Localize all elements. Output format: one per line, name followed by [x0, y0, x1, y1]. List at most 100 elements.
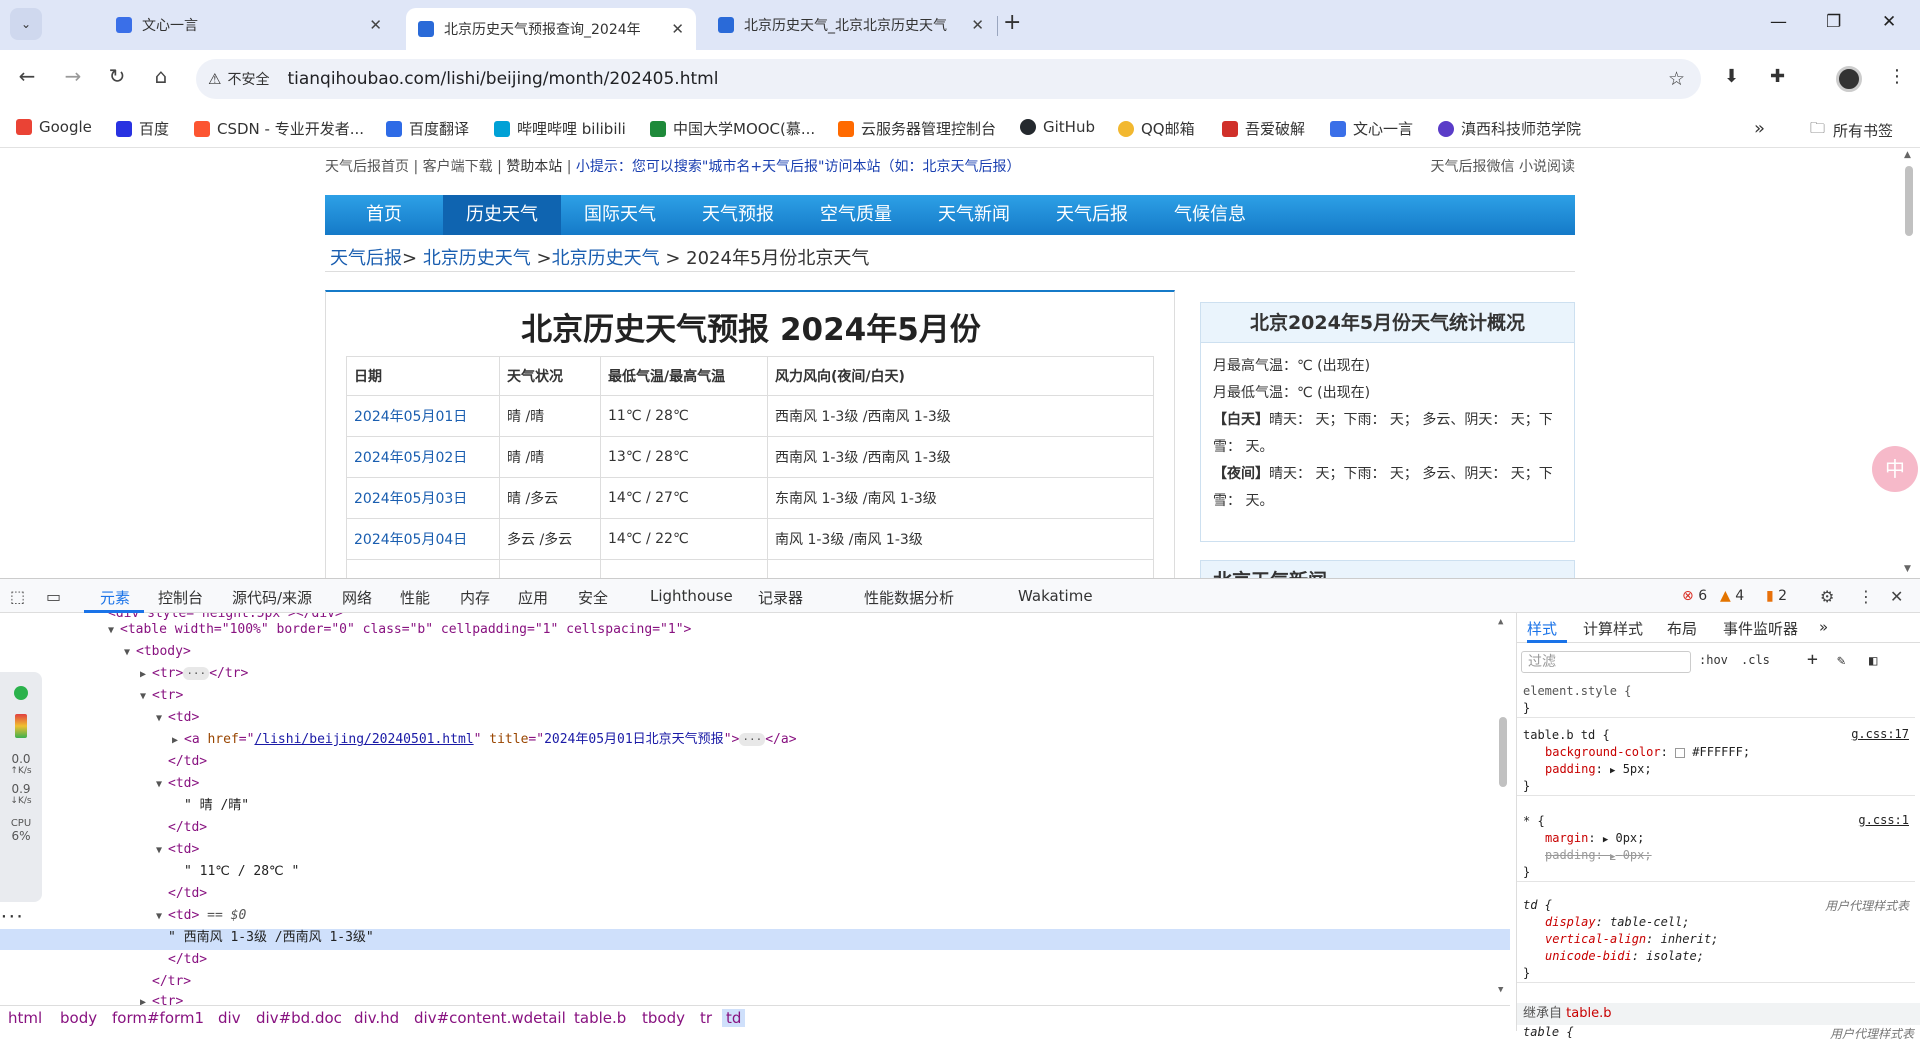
tab-beijing-history-active[interactable]: 北京历史天气预报查询_2024年 ✕ — [406, 8, 696, 50]
crumb-td-selected[interactable]: td — [722, 1009, 746, 1027]
security-label[interactable]: 不安全 — [227, 69, 269, 89]
dt-tab-wakatime[interactable]: Wakatime — [1018, 587, 1093, 605]
cls-toggle[interactable]: .cls — [1741, 653, 1770, 667]
date-link[interactable]: 2024年05月04日 — [354, 532, 467, 548]
dt-tab-sources[interactable]: 源代码/来源 — [232, 587, 312, 608]
bookmark-csdn[interactable]: CSDN - 专业开发者... — [194, 118, 364, 139]
date-link[interactable]: 2024年05月01日 — [354, 409, 467, 425]
crumb-table[interactable]: table.b — [574, 1009, 626, 1027]
more-tabs-icon[interactable]: » — [1819, 618, 1828, 636]
color-swatch[interactable] — [1675, 747, 1686, 758]
topbar-right-links[interactable]: 天气后报微信 小说阅读 — [1431, 156, 1575, 176]
breadcrumb-home[interactable]: 天气后报 — [330, 248, 402, 269]
crumb-form[interactable]: form#form1 — [112, 1009, 204, 1027]
expand-triangle-icon[interactable]: ▶ — [1610, 852, 1615, 862]
rule-user-agent-td[interactable]: 用户代理样式表 td { display: table-cell; vertic… — [1517, 897, 1915, 983]
dom-line-td-close[interactable]: </td> — [168, 883, 207, 904]
expand-triangle-icon[interactable]: ▼ — [156, 840, 168, 861]
collapse-triangle-icon[interactable]: ▶ — [140, 992, 152, 1005]
expand-triangle-icon[interactable]: ▼ — [156, 906, 168, 927]
bookmark-bilibili[interactable]: 哔哩哔哩 bilibili — [494, 118, 626, 139]
warning-icon[interactable]: ⚠ — [208, 70, 221, 88]
breadcrumb-beijing-history-2[interactable]: 北京历史天气 — [552, 248, 660, 269]
dt-tab-console[interactable]: 控制台 — [158, 587, 203, 608]
scroll-down-icon[interactable]: ▼ — [1498, 985, 1503, 995]
inherited-from-link[interactable]: table.b — [1566, 1006, 1611, 1021]
dom-line-tbody[interactable]: ▼ <tbody> — [124, 641, 191, 662]
styles-tab-layout[interactable]: 布局 — [1667, 618, 1697, 639]
dt-tab-application[interactable]: 应用 — [518, 587, 548, 608]
styles-filter-input[interactable]: 过滤 — [1521, 651, 1691, 673]
crumb-div-hd[interactable]: div.hd — [354, 1009, 399, 1027]
dom-line-td-close[interactable]: </td> — [168, 817, 207, 838]
dt-tab-network[interactable]: 网络 — [342, 587, 372, 608]
expand-triangle-icon[interactable]: ▼ — [140, 686, 152, 707]
styles-tab-styles[interactable]: 样式 — [1527, 618, 1557, 639]
crumb-tr[interactable]: tr — [700, 1009, 712, 1027]
source-link[interactable]: g.css:1 — [1858, 813, 1909, 827]
nav-home[interactable]: 首页 — [325, 195, 443, 235]
bookmark-github[interactable]: GitHub — [1020, 118, 1095, 136]
all-bookmarks[interactable]: 🗀 所有书签 — [1810, 118, 1893, 143]
settings-gear-icon[interactable]: ⚙ — [1820, 587, 1834, 606]
address-bar[interactable]: ⚠ 不安全 tianqihoubao.com/lishi/beijing/mon… — [196, 59, 1701, 99]
expand-triangle-icon[interactable]: ▶ — [1610, 766, 1615, 776]
nav-news[interactable]: 天气新闻 — [915, 195, 1033, 235]
bookmark-cloud-console[interactable]: 云服务器管理控制台 — [838, 118, 996, 139]
scroll-thumb[interactable] — [1905, 166, 1913, 236]
dom-line-td-selected[interactable]: ▼ <td> == $0 — [156, 905, 246, 926]
bookmark-qqmail[interactable]: QQ邮箱 — [1118, 118, 1195, 139]
issue-count[interactable]: ▮ 2 — [1766, 588, 1787, 604]
bookmark-baidu[interactable]: 百度 — [116, 118, 169, 139]
bookmark-baidu-translate[interactable]: 百度翻译 — [386, 118, 469, 139]
expand-triangle-icon[interactable]: ▼ — [124, 642, 136, 663]
nav-history[interactable]: 历史天气 — [443, 195, 561, 235]
expand-triangle-icon[interactable]: ▶ — [1603, 835, 1608, 845]
crumb-html[interactable]: html — [8, 1009, 42, 1027]
sponsor-link[interactable]: 赞助本站 — [506, 159, 562, 175]
forward-icon[interactable]: → — [58, 64, 88, 88]
expand-triangle-icon[interactable]: ▼ — [108, 620, 120, 641]
rule-universal[interactable]: g.css:1 * { margin: ▶ 0px; padding: ▶ 0p… — [1517, 813, 1915, 882]
dt-tab-security[interactable]: 安全 — [578, 587, 608, 608]
rule-element-style[interactable]: element.style { } — [1517, 683, 1915, 718]
dt-tab-perf-insights[interactable]: 性能数据分析 — [864, 587, 954, 608]
nav-international[interactable]: 国际天气 — [561, 195, 679, 235]
nav-houbao[interactable]: 天气后报 — [1033, 195, 1151, 235]
dom-line-tr-close[interactable]: </tr> — [152, 971, 191, 992]
new-rule-icon[interactable]: + — [1807, 649, 1818, 670]
dt-tab-elements[interactable]: 元素 — [100, 587, 130, 608]
scroll-down-icon[interactable]: ▼ — [1904, 564, 1911, 574]
tab-beijing-history-2[interactable]: 北京历史天气_北京北京历史天气 ✕ — [706, 6, 996, 44]
crumb-tbody[interactable]: tbody — [642, 1009, 685, 1027]
new-tab-button[interactable]: + — [1003, 10, 1021, 35]
profile-avatar[interactable] — [1836, 66, 1862, 92]
bookmark-52pojie[interactable]: 吾爱破解 — [1222, 118, 1305, 139]
dom-text-wind[interactable]: " 西南风 1-3级 /西南风 1-3级" — [168, 927, 374, 948]
client-link[interactable]: 客户端下载 — [423, 159, 493, 175]
dom-text-condition[interactable]: " 晴 /晴" — [184, 795, 249, 816]
rule-table-partial[interactable]: table { — [1523, 1025, 1574, 1039]
bookmark-dxkj[interactable]: 滇西科技师范学院 — [1438, 118, 1581, 139]
dom-text-temp[interactable]: " 11℃ / 28℃ " — [184, 861, 299, 882]
extensions-icon[interactable]: ✚ — [1770, 66, 1785, 87]
collapse-triangle-icon[interactable]: ▶ — [172, 730, 184, 751]
collapse-triangle-icon[interactable]: ▶ — [140, 664, 152, 685]
more-menu-icon[interactable]: ⋮ — [1888, 66, 1906, 87]
close-icon[interactable]: ✕ — [369, 16, 382, 34]
device-toolbar-icon[interactable]: ▭ — [46, 587, 61, 606]
reload-icon[interactable]: ↻ — [102, 64, 132, 88]
paint-brush-icon[interactable]: ✎ — [1837, 653, 1845, 669]
scroll-up-icon[interactable]: ▲ — [1498, 617, 1503, 627]
dt-tab-memory[interactable]: 内存 — [460, 587, 490, 608]
date-link[interactable]: 2024年05月03日 — [354, 491, 467, 507]
crumb-body[interactable]: body — [60, 1009, 97, 1027]
scroll-up-icon[interactable]: ▲ — [1904, 150, 1911, 160]
bookmark-star-icon[interactable]: ☆ — [1668, 68, 1685, 90]
hov-toggle[interactable]: :hov — [1699, 653, 1728, 667]
dom-line-td-2[interactable]: ▼ <td> — [156, 773, 199, 794]
close-icon[interactable]: ✕ — [971, 16, 984, 34]
more-bookmarks-icon[interactable]: » — [1754, 118, 1765, 139]
download-icon[interactable]: ⬇ — [1724, 66, 1739, 87]
warning-count[interactable]: ▲ 4 — [1720, 588, 1744, 604]
